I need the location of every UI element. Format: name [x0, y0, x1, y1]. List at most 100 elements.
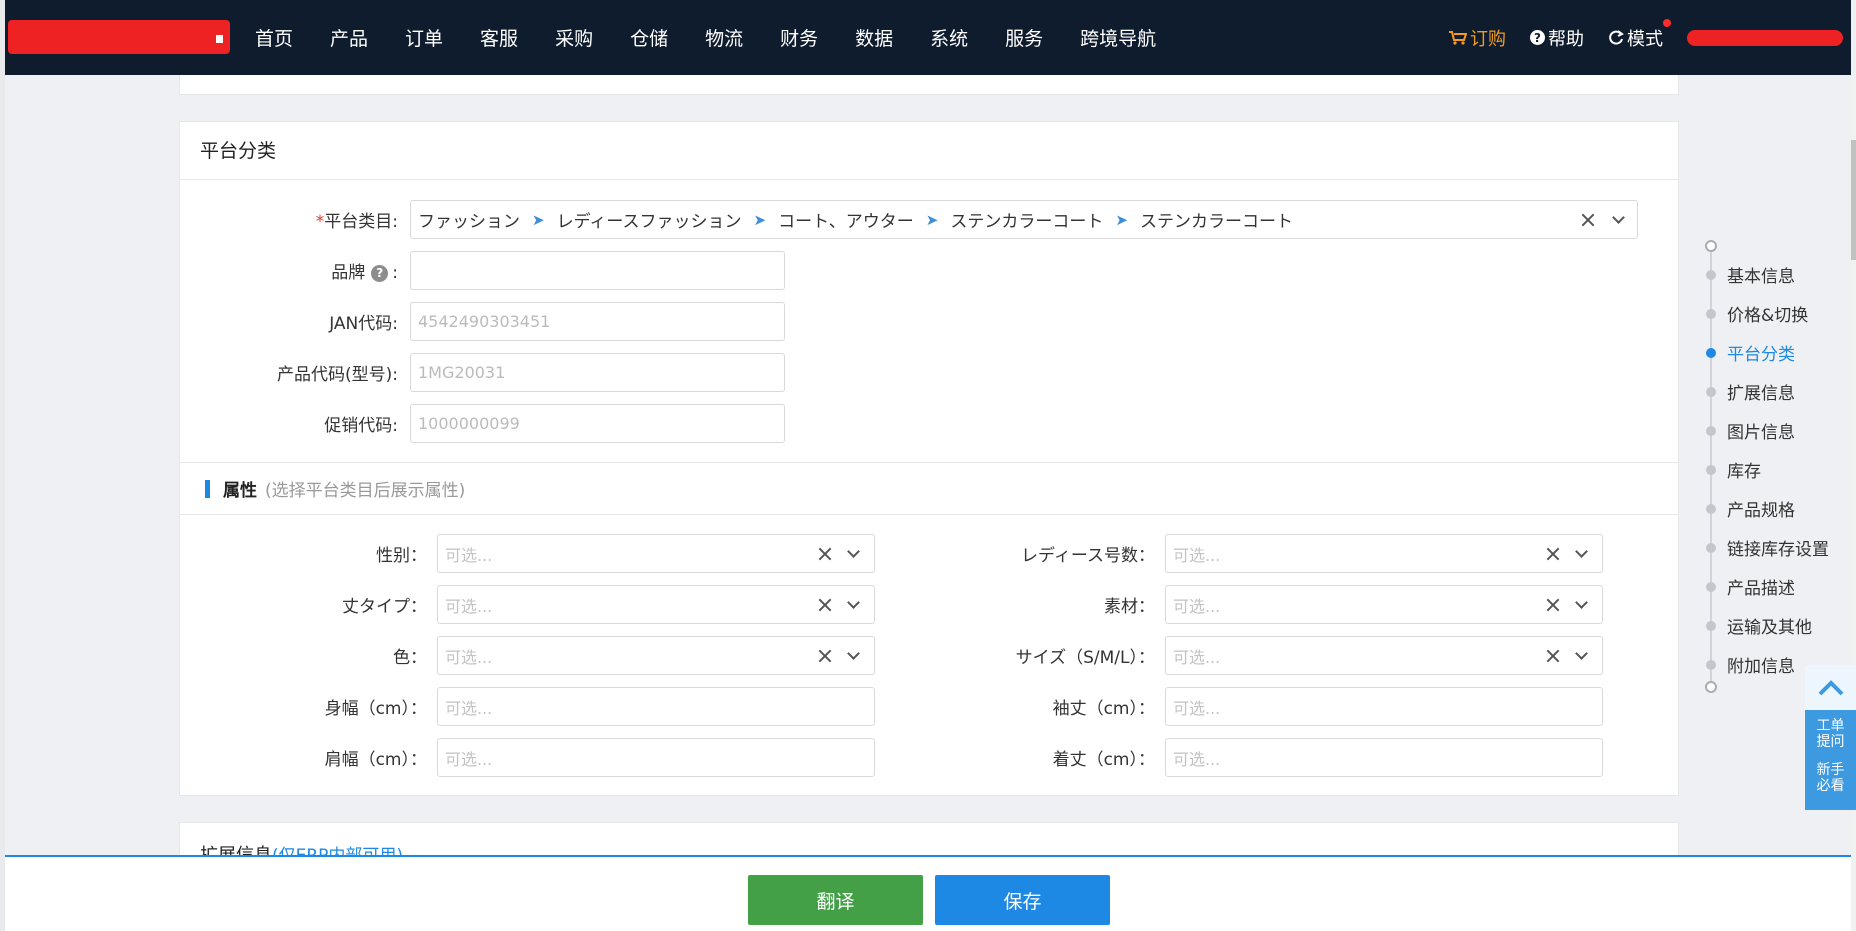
save-button[interactable]: 保存: [935, 875, 1110, 925]
chevron-down-icon[interactable]: [1575, 647, 1588, 660]
select-placeholder: 可选...: [1173, 596, 1221, 616]
anchor-specs[interactable]: 产品规格: [1705, 496, 1795, 521]
attr-row-body-width: 身幅（cm）： 可选...: [180, 687, 875, 726]
material-select[interactable]: 可选...: [1165, 585, 1603, 624]
nav-item-services[interactable]: 服务: [1005, 24, 1043, 51]
anchor-additional[interactable]: 附加信息: [1705, 652, 1795, 677]
select-placeholder: 可选...: [445, 596, 493, 616]
brand-label-text: 品牌: [331, 263, 366, 283]
anchor-label-active: 平台分类: [1727, 345, 1795, 365]
anchor-dot: [1706, 386, 1716, 397]
brand-input[interactable]: [410, 251, 785, 290]
clear-icon[interactable]: [818, 547, 832, 561]
ticket-question-link[interactable]: 工单 提问: [1805, 710, 1856, 750]
help-icon: ?: [1530, 30, 1545, 45]
product-code-input[interactable]: 1MG20031: [410, 353, 785, 392]
clear-icon[interactable]: [818, 598, 832, 612]
anchor-dot: [1706, 620, 1716, 631]
chevron-down-icon[interactable]: [1575, 596, 1588, 609]
clear-icon[interactable]: [818, 649, 832, 663]
attr-label: 着丈（cm）：: [1052, 750, 1155, 770]
anchor-dot: [1706, 425, 1716, 436]
clear-icon[interactable]: [1581, 213, 1595, 227]
chevron-down-icon[interactable]: [847, 647, 860, 660]
help-icon[interactable]: ?: [371, 264, 389, 282]
attr-row-length-type: 丈タイプ： 可选...: [180, 585, 875, 624]
length-type-select[interactable]: 可选...: [437, 585, 875, 624]
size-select[interactable]: 可选...: [1165, 636, 1603, 675]
shoulder-width-input[interactable]: 可选...: [437, 738, 875, 777]
anchor-images[interactable]: 图片信息: [1705, 418, 1795, 443]
ladies-size-select[interactable]: 可选...: [1165, 534, 1603, 573]
clear-icon[interactable]: [1546, 649, 1560, 663]
nav-item-home[interactable]: 首页: [255, 24, 293, 51]
select-placeholder: 可选...: [445, 698, 493, 718]
gender-select[interactable]: 可选...: [437, 534, 875, 573]
redacted-username[interactable]: [1687, 29, 1843, 46]
order-link[interactable]: 订购: [1449, 25, 1506, 51]
promo-code-input[interactable]: 1000000099: [410, 404, 785, 443]
select-placeholder: 可选...: [445, 647, 493, 667]
float-line-2: 提问: [1816, 734, 1845, 750]
nav-item-products[interactable]: 产品: [330, 24, 368, 51]
body-width-input[interactable]: 可选...: [437, 687, 875, 726]
anchor-description[interactable]: 产品描述: [1705, 574, 1795, 599]
help-link[interactable]: ? 帮助: [1530, 25, 1584, 51]
anchor-price[interactable]: 价格&切换: [1705, 301, 1808, 326]
back-to-top-button[interactable]: [1805, 665, 1856, 710]
cart-icon: [1449, 30, 1467, 45]
anchor-inventory[interactable]: 库存: [1705, 457, 1761, 482]
order-label: 订购: [1470, 28, 1506, 50]
chevron-down-icon[interactable]: [847, 545, 860, 558]
anchor-link-inventory[interactable]: 链接库存设置: [1705, 535, 1829, 560]
category-label: *平台类目:: [180, 207, 410, 232]
jan-label: JAN代码:: [329, 314, 398, 334]
color-select[interactable]: 可选...: [437, 636, 875, 675]
attr-row-size: サイズ（S/M/L）： 可选...: [915, 636, 1603, 675]
beginner-guide-link[interactable]: 新手 必看: [1805, 750, 1856, 794]
help-label: 帮助: [1548, 28, 1584, 50]
anchor-label: 产品描述: [1727, 579, 1795, 599]
select-placeholder: 可选...: [1173, 698, 1221, 718]
anchor-label: 运输及其他: [1727, 618, 1812, 638]
anchor-shipping[interactable]: 运输及其他: [1705, 613, 1812, 638]
nav-item-finance[interactable]: 财务: [780, 24, 818, 51]
anchor-basic-info[interactable]: 基本信息: [1705, 262, 1795, 287]
clear-icon[interactable]: [1546, 547, 1560, 561]
sleeve-length-input[interactable]: 可选...: [1165, 687, 1603, 726]
attr-label: 肩幅（cm）：: [324, 750, 427, 770]
chevron-down-icon[interactable]: [1575, 545, 1588, 558]
attr-row-shoulder-width: 肩幅（cm）： 可选...: [180, 738, 875, 777]
float-line-1: 工单: [1816, 718, 1845, 734]
nav-item-data[interactable]: 数据: [855, 24, 893, 51]
category-select[interactable]: ファッション ➤ レディースファッション ➤ コート、アウター ➤ ステンカラー…: [410, 200, 1638, 239]
mode-toggle[interactable]: 模式: [1608, 18, 1671, 51]
anchor-platform-category[interactable]: 平台分类: [1705, 340, 1795, 365]
anchor-dot: [1706, 464, 1716, 475]
nav-right-tools: 订购 ? 帮助 模式: [1449, 0, 1851, 75]
nav-item-purchase[interactable]: 采购: [555, 24, 593, 51]
anchor-dot: [1706, 659, 1716, 670]
select-placeholder: 可选...: [1173, 749, 1221, 769]
jan-input[interactable]: 4542490303451: [410, 302, 785, 341]
clear-icon[interactable]: [1546, 598, 1560, 612]
scrollbar-thumb[interactable]: [1851, 140, 1856, 260]
nav-item-system[interactable]: 系统: [930, 24, 968, 51]
nav-item-customer-service[interactable]: 客服: [480, 24, 518, 51]
section-marker: [205, 479, 210, 498]
chevron-down-icon[interactable]: [1612, 211, 1625, 224]
left-gutter: [0, 0, 5, 931]
attr-row-material: 素材： 可选...: [915, 585, 1603, 624]
path-arrow-icon: ➤: [753, 210, 767, 229]
anchor-label: 库存: [1727, 462, 1761, 482]
anchor-extension[interactable]: 扩展信息: [1705, 379, 1795, 404]
chevron-down-icon[interactable]: [847, 596, 860, 609]
nav-item-orders[interactable]: 订单: [405, 24, 443, 51]
nav-item-cross-border-nav[interactable]: 跨境导航: [1080, 24, 1156, 51]
garment-length-input[interactable]: 可选...: [1165, 738, 1603, 777]
anchor-dot: [1706, 269, 1716, 280]
redacted-logo[interactable]: [8, 20, 230, 54]
nav-item-logistics[interactable]: 物流: [705, 24, 743, 51]
translate-button[interactable]: 翻译: [748, 875, 923, 925]
nav-item-warehouse[interactable]: 仓储: [630, 24, 668, 51]
